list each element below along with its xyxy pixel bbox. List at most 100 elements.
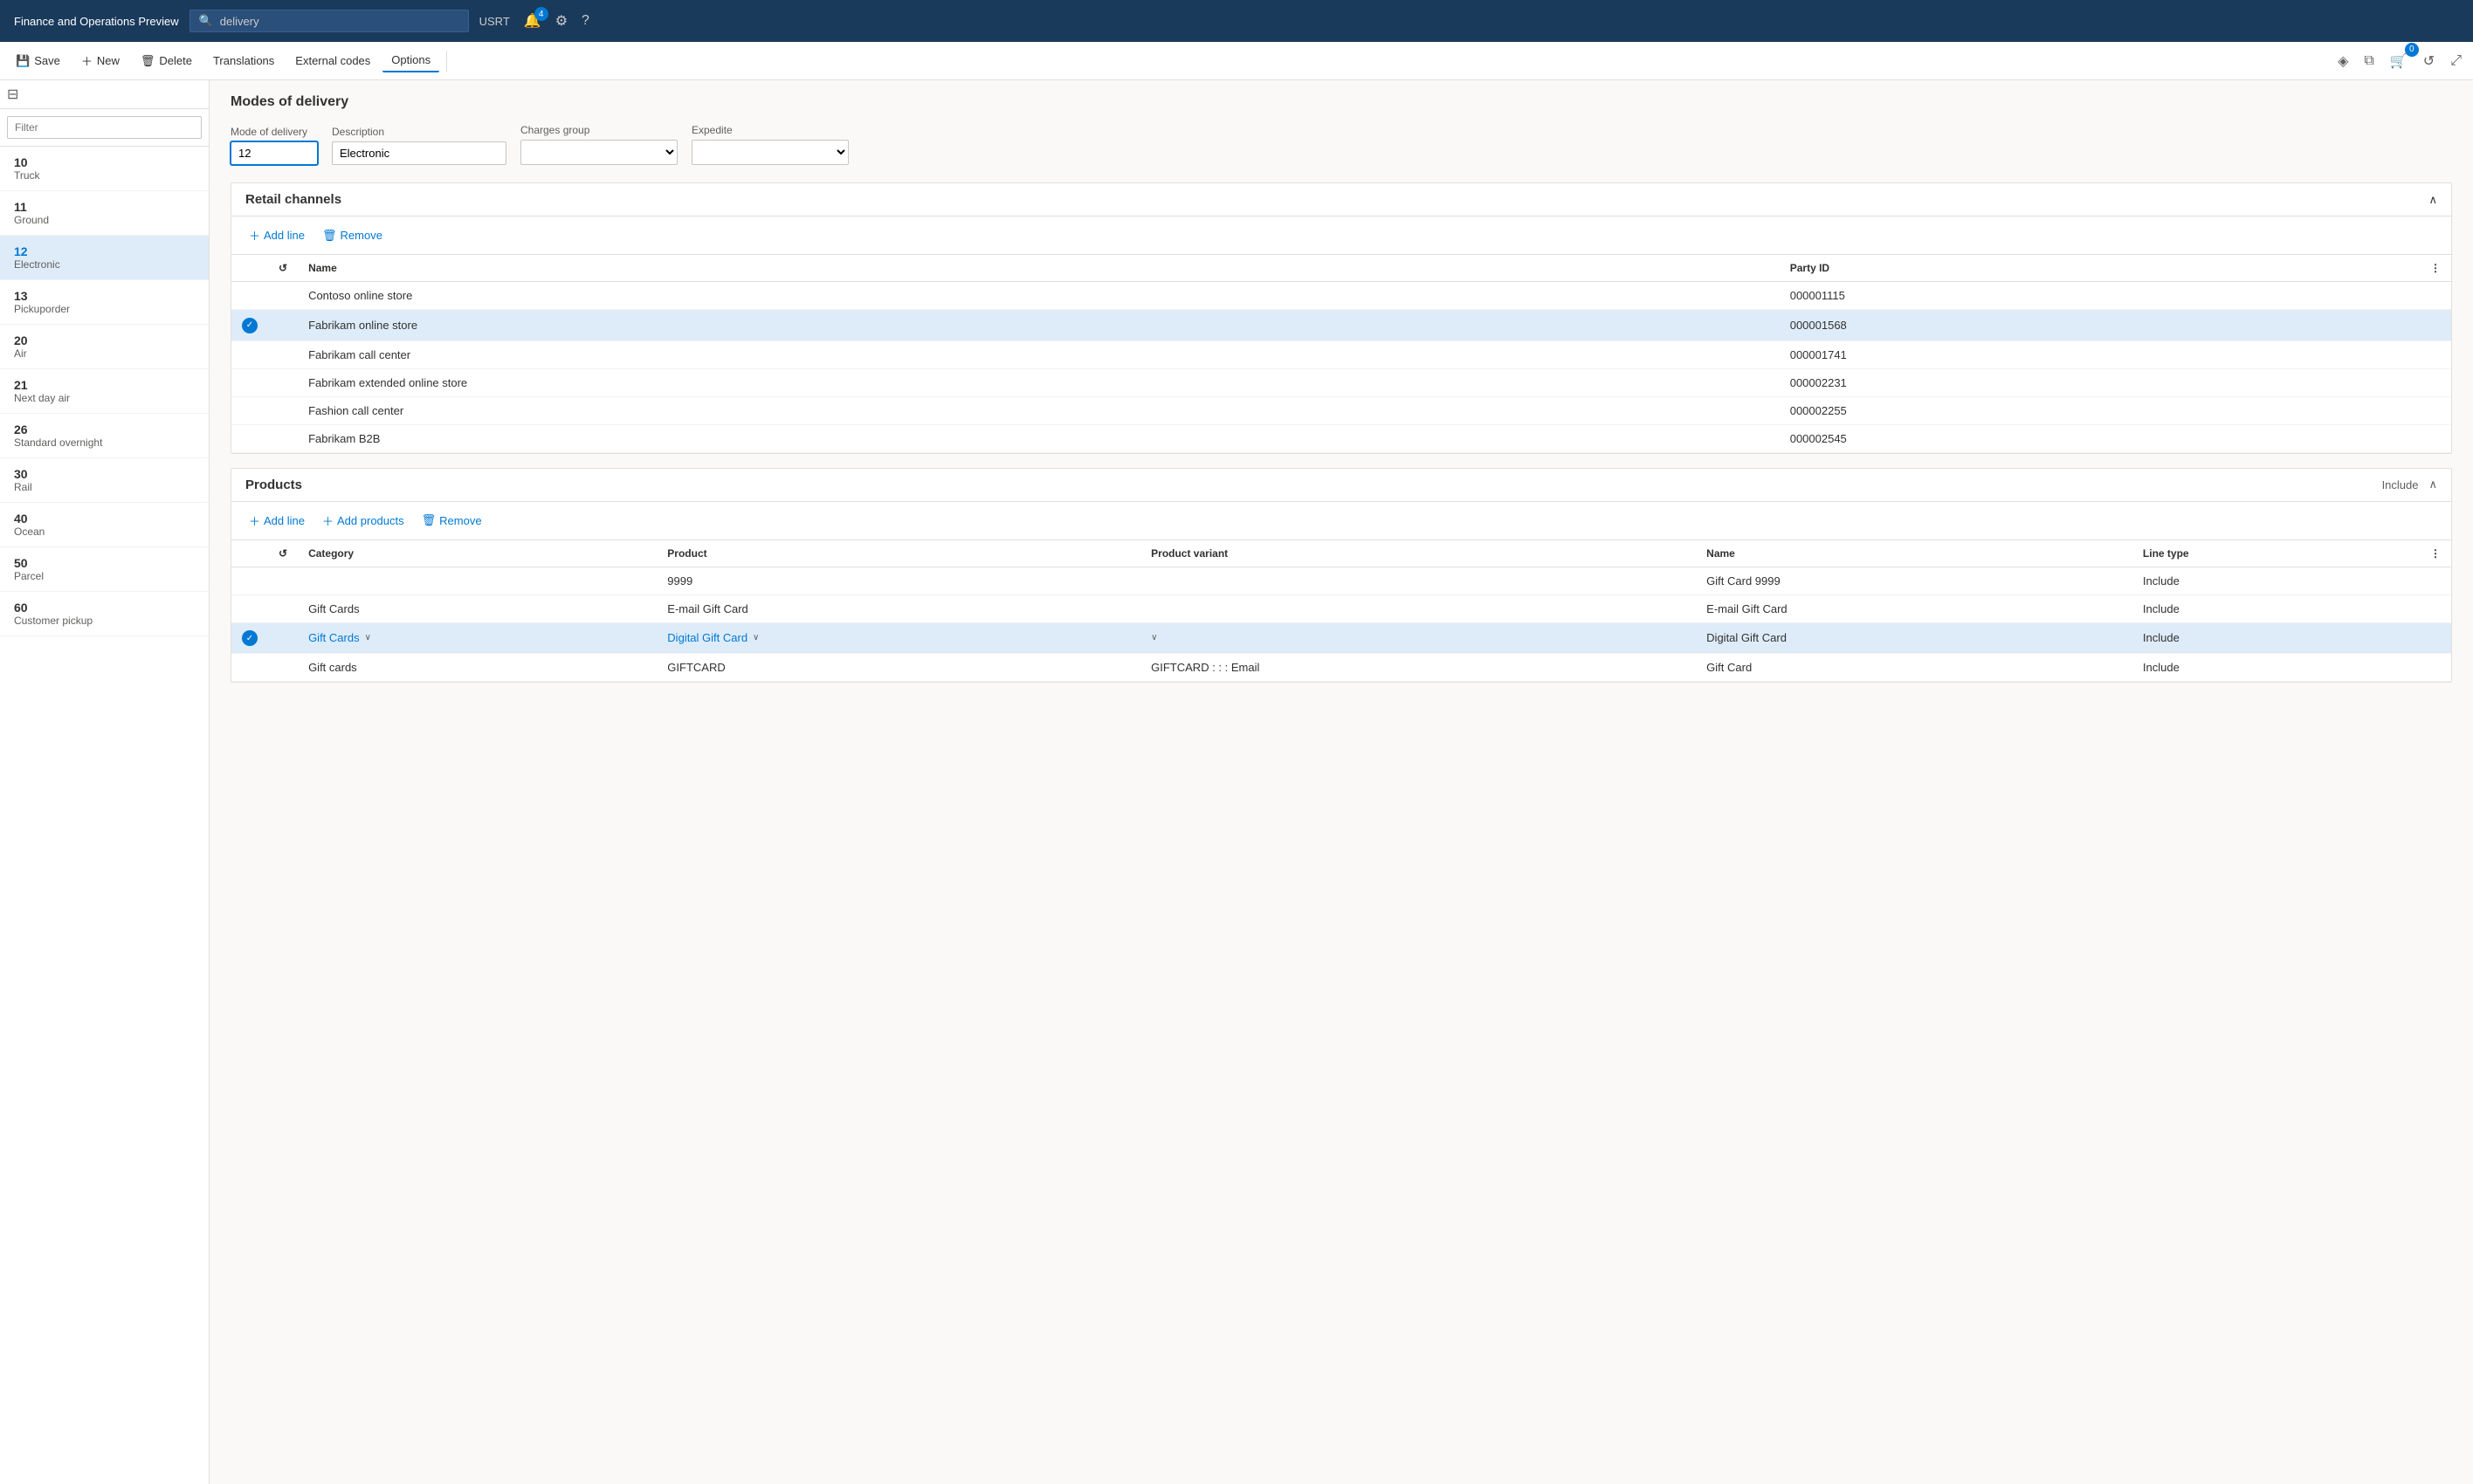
products-add-line-button[interactable]: ＋ Add line xyxy=(245,509,308,532)
row-more xyxy=(2420,424,2451,452)
filter-icon[interactable]: ⊟ xyxy=(7,86,18,103)
sidebar-filter-input[interactable] xyxy=(7,116,202,139)
sidebar-item-13[interactable]: 13 Pickuporder xyxy=(0,280,209,325)
row-product: 9999 xyxy=(657,567,1140,594)
translations-button[interactable]: Translations xyxy=(204,50,283,72)
products-header-row: ↺ Category Product Product variant Name … xyxy=(231,540,2451,567)
table-row[interactable]: Fabrikam B2B 000002545 xyxy=(231,424,2451,452)
product-dropdown[interactable]: Digital Gift Card∨ xyxy=(667,631,1130,644)
retail-channels-body: Contoso online store 000001115 ✓ Fabrika… xyxy=(231,282,2451,453)
table-row[interactable]: Fashion call center 000002255 xyxy=(231,396,2451,424)
row-radio[interactable] xyxy=(231,594,268,622)
expedite-select[interactable] xyxy=(692,140,849,165)
table-row[interactable]: ✓ Fabrikam online store 000001568 xyxy=(231,310,2451,341)
table-row[interactable]: Contoso online store 000001115 xyxy=(231,282,2451,310)
search-value: delivery xyxy=(220,15,259,28)
variant-dropdown[interactable]: ∨ xyxy=(1151,633,1685,642)
new-button[interactable]: ＋ New xyxy=(72,48,128,73)
table-row[interactable]: Gift Cards E-mail Gift Card E-mail Gift … xyxy=(231,594,2451,622)
sidebar-filter-container xyxy=(0,109,209,147)
page-title: Modes of delivery xyxy=(231,94,2452,110)
products-remove-button[interactable]: 🗑 Remove xyxy=(418,510,486,531)
sidebar-item-30[interactable]: 30 Rail xyxy=(0,458,209,503)
sidebar-item-60[interactable]: 60 Customer pickup xyxy=(0,592,209,636)
description-input[interactable] xyxy=(332,141,506,165)
sidebar-item-name: Ground xyxy=(14,214,195,226)
cart-badge: 0 xyxy=(2405,43,2419,57)
pages-icon[interactable]: ⧉ xyxy=(2359,49,2378,73)
sidebar-item-10[interactable]: 10 Truck xyxy=(0,147,209,191)
retail-add-line-button[interactable]: ＋ Add line xyxy=(245,223,308,247)
row-refresh xyxy=(268,594,298,622)
row-radio[interactable] xyxy=(231,654,268,682)
sidebar-item-40[interactable]: 40 Ocean xyxy=(0,503,209,547)
sidebar-item-20[interactable]: 20 Air xyxy=(0,325,209,369)
save-button[interactable]: 💾 Save xyxy=(7,50,69,72)
charges-group-label: Charges group xyxy=(520,124,678,136)
row-category: Gift cards xyxy=(298,654,657,682)
refresh-icon[interactable]: ↺ xyxy=(2419,48,2439,74)
table-row[interactable]: ✓ Gift Cards∨ Digital Gift Card∨ ∨ Digit… xyxy=(231,622,2451,654)
sidebar-item-name: Next day air xyxy=(14,392,195,404)
category-dropdown[interactable]: Gift Cards∨ xyxy=(308,631,646,644)
sidebar-item-11[interactable]: 11 Ground xyxy=(0,191,209,236)
row-radio[interactable] xyxy=(231,282,268,310)
diamond-icon[interactable]: ◈ xyxy=(2333,48,2352,74)
row-refresh xyxy=(268,567,298,594)
sidebar-item-21[interactable]: 21 Next day air xyxy=(0,369,209,414)
row-radio[interactable] xyxy=(231,424,268,452)
table-row[interactable]: 9999 Gift Card 9999 Include xyxy=(231,567,2451,594)
row-variant xyxy=(1140,594,1696,622)
row-category: Gift Cards xyxy=(298,594,657,622)
prod-col-product: Product xyxy=(657,540,1140,567)
row-radio[interactable]: ✓ xyxy=(231,310,268,341)
cart-icon[interactable]: 🛒 0 xyxy=(2386,48,2412,74)
sidebar-item-12[interactable]: 12 Electronic xyxy=(0,236,209,280)
row-name: Digital Gift Card xyxy=(1696,622,2132,654)
mode-of-delivery-input[interactable] xyxy=(231,141,318,165)
table-row[interactable]: Gift cards GIFTCARD GIFTCARD : : : Email… xyxy=(231,654,2451,682)
search-icon: 🔍 xyxy=(199,14,213,28)
row-product: E-mail Gift Card xyxy=(657,594,1140,622)
options-button[interactable]: Options xyxy=(382,49,439,72)
delete-icon: 🗑 xyxy=(141,54,155,68)
toolbar-right: ◈ ⧉ 🛒 0 ↺ ⤢ xyxy=(2333,48,2466,74)
row-radio[interactable] xyxy=(231,368,268,396)
row-more xyxy=(2420,622,2451,654)
delivery-form: Mode of delivery Description Charges gro… xyxy=(231,124,2452,165)
sidebar-item-26[interactable]: 26 Standard overnight xyxy=(0,414,209,458)
expedite-label: Expedite xyxy=(692,124,849,136)
products-header[interactable]: Products Include ∧ xyxy=(231,469,2451,502)
options-label: Options xyxy=(391,53,431,66)
row-refresh xyxy=(268,368,298,396)
top-bar: Finance and Operations Preview 🔍 deliver… xyxy=(0,0,2473,42)
sidebar-item-50[interactable]: 50 Parcel xyxy=(0,547,209,592)
save-icon: 💾 xyxy=(16,54,30,68)
row-party-id: 000001115 xyxy=(1780,282,2420,310)
row-name: Gift Card 9999 xyxy=(1696,567,2132,594)
table-row[interactable]: Fabrikam extended online store 000002231 xyxy=(231,368,2451,396)
variant-text: GIFTCARD : : : Email xyxy=(1151,661,1259,674)
delete-button[interactable]: 🗑 Delete xyxy=(132,50,201,72)
search-box[interactable]: 🔍 delivery xyxy=(189,10,469,32)
toolbar: 💾 Save ＋ New 🗑 Delete Translations Exter… xyxy=(0,42,2473,80)
sidebar-item-name: Truck xyxy=(14,169,195,182)
settings-icon[interactable]: ⚙ xyxy=(555,12,568,30)
row-more xyxy=(2420,654,2451,682)
row-radio[interactable] xyxy=(231,396,268,424)
row-party-id: 000002231 xyxy=(1780,368,2420,396)
row-radio[interactable] xyxy=(231,340,268,368)
row-radio[interactable] xyxy=(231,567,268,594)
table-row[interactable]: Fabrikam call center 000001741 xyxy=(231,340,2451,368)
expand-icon[interactable]: ⤢ xyxy=(2446,49,2466,73)
help-icon[interactable]: ? xyxy=(582,13,589,29)
retail-channels-header[interactable]: Retail channels ∧ xyxy=(231,183,2451,216)
charges-group-select[interactable] xyxy=(520,140,678,165)
row-name: E-mail Gift Card xyxy=(1696,594,2132,622)
row-refresh xyxy=(268,396,298,424)
external-codes-button[interactable]: External codes xyxy=(286,50,379,72)
notification-icon[interactable]: 🔔 4 xyxy=(524,12,541,30)
products-add-products-button[interactable]: ＋ Add products xyxy=(319,509,408,532)
row-radio[interactable]: ✓ xyxy=(231,622,268,654)
retail-remove-button[interactable]: 🗑 Remove xyxy=(319,225,386,246)
